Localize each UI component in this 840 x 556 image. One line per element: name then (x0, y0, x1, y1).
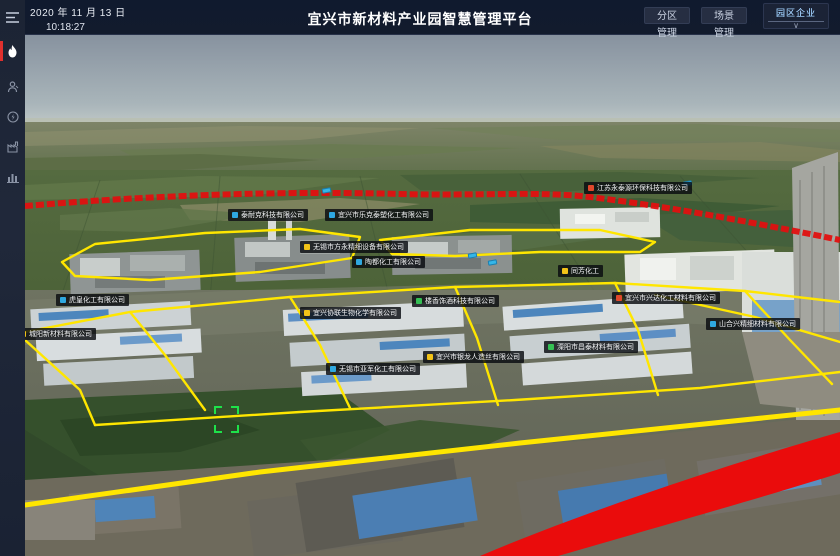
company-name: 溧阳市昌泰材料有限公司 (557, 343, 634, 351)
company-icon (588, 185, 594, 191)
company-name: 无锡市亚军化工有限公司 (339, 365, 416, 373)
zone-management-button[interactable]: 分区管理 (644, 7, 690, 24)
building-label[interactable]: 楼香饰酒科技有限公司 (412, 295, 499, 307)
company-icon (562, 268, 568, 274)
power-icon (7, 111, 19, 123)
sidebar-item-factory[interactable] (0, 134, 25, 160)
map-3d-view[interactable]: 泰耐克科技有限公司 宜兴市乐克泰塑化工有限公司无锡市方永精细设备有限公司陶都化工有… (25, 35, 840, 556)
company-name: 山合兴精细材料有限公司 (719, 320, 796, 328)
scene-management-button[interactable]: 场景管理 (701, 7, 747, 24)
park-enterprises-dropdown[interactable]: 园区企业 ∨ (763, 3, 829, 29)
company-icon (548, 344, 554, 350)
company-icon (710, 321, 716, 327)
company-name: 宜兴市乐克泰塑化工有限公司 (338, 211, 429, 219)
company-name: 宜兴市兴达化工材料有限公司 (625, 294, 716, 302)
dropdown-label: 园区企业 (764, 6, 828, 19)
building-label[interactable]: 无锡市亚军化工有限公司 (326, 363, 420, 375)
left-icon-rail (0, 0, 25, 556)
building-label[interactable]: 宜兴市乐克泰塑化工有限公司 (325, 209, 433, 221)
top-bar: 2020 年 11 月 13 日 10:18:27 宜兴市新材料产业园智慧管理平… (0, 0, 840, 35)
company-icon (25, 331, 26, 337)
company-icon (427, 354, 433, 360)
company-name: 宜兴市银龙人造丝有限公司 (436, 353, 520, 361)
building-label[interactable]: 城阳新材料有限公司 (25, 328, 96, 340)
sidebar-item-personnel[interactable] (0, 74, 25, 100)
company-icon (356, 259, 362, 265)
building-label[interactable]: 同芳化工 (558, 265, 603, 277)
sidebar-item-fire[interactable] (0, 38, 25, 64)
building-label[interactable]: 泰耐克科技有限公司 (228, 209, 308, 221)
active-indicator (0, 41, 3, 61)
company-name: 城阳新材料有限公司 (29, 330, 92, 338)
company-icon (330, 366, 336, 372)
factory-icon (7, 141, 19, 153)
company-name: 江苏永泰源环保科技有限公司 (597, 184, 688, 192)
building-label[interactable]: 江苏永泰源环保科技有限公司 (584, 182, 692, 194)
company-icon (60, 297, 66, 303)
building-label[interactable]: 陶都化工有限公司 (352, 256, 425, 268)
company-icon (329, 212, 335, 218)
company-name: 无锡市方永精细设备有限公司 (313, 243, 404, 251)
company-icon (304, 310, 310, 316)
building-label[interactable]: 宜兴市兴达化工材料有限公司 (612, 292, 720, 304)
company-name: 陶都化工有限公司 (365, 258, 421, 266)
building-label[interactable]: 山合兴精细材料有限公司 (706, 318, 800, 330)
company-name: 同芳化工 (571, 267, 599, 275)
company-icon (304, 244, 310, 250)
building-label[interactable]: 无锡市方永精细设备有限公司 (300, 241, 408, 253)
company-name: 虎皇化工有限公司 (69, 296, 125, 304)
hamburger-menu-button[interactable] (0, 4, 25, 30)
building-label[interactable]: 虎皇化工有限公司 (56, 294, 129, 306)
person-icon (7, 81, 19, 93)
app-window: 泰耐克科技有限公司 宜兴市乐克泰塑化工有限公司无锡市方永精细设备有限公司陶都化工有… (0, 0, 840, 556)
company-name: 泰耐克科技有限公司 (241, 211, 304, 219)
sidebar-item-statistics[interactable] (0, 164, 25, 190)
company-name: 楼香饰酒科技有限公司 (425, 297, 495, 305)
selection-target-bracket (213, 405, 240, 439)
building-label[interactable]: 宜兴协联生物化学有限公司 (300, 307, 401, 319)
company-icon (232, 212, 238, 218)
company-name: 宜兴协联生物化学有限公司 (313, 309, 397, 317)
company-icon (616, 295, 622, 301)
hamburger-icon (6, 12, 19, 23)
sidebar-item-power[interactable] (0, 104, 25, 130)
building-label[interactable]: 溧阳市昌泰材料有限公司 (544, 341, 638, 353)
flame-icon (7, 45, 18, 58)
bar-chart-icon (7, 171, 19, 183)
building-label[interactable]: 宜兴市银龙人造丝有限公司 (423, 351, 524, 363)
company-icon (416, 298, 422, 304)
chevron-down-icon: ∨ (764, 22, 828, 29)
